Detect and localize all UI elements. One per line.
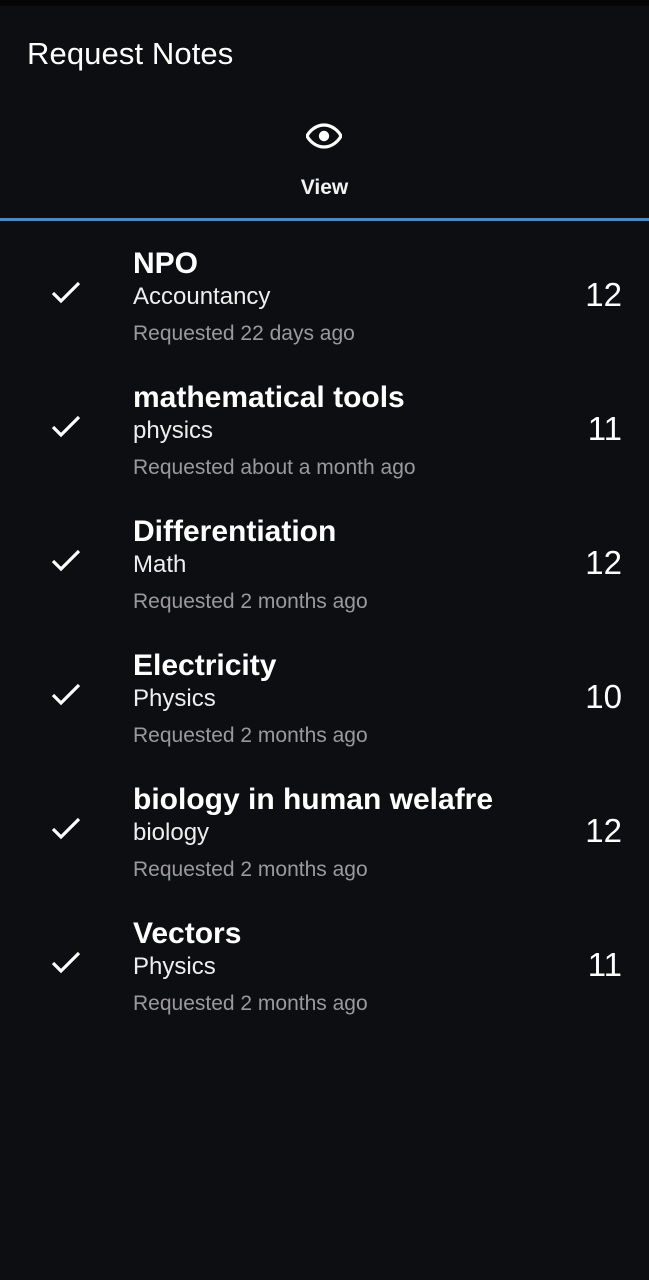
request-count: 12: [585, 544, 622, 581]
request-count: 11: [587, 410, 622, 447]
request-list: NPO Accountancy Requested 22 days ago 12…: [0, 246, 649, 1050]
tab-view[interactable]: View: [0, 106, 649, 218]
request-count: 11: [587, 946, 622, 983]
request-time: Requested 2 months ago: [133, 992, 368, 1015]
request-title: NPO: [133, 247, 199, 280]
request-subject: physics: [133, 417, 214, 444]
list-item[interactable]: mathematical tools physics Requested abo…: [0, 380, 649, 514]
list-item[interactable]: Vectors Physics Requested 2 months ago 1…: [0, 916, 649, 1050]
request-title: mathematical tools: [133, 381, 405, 414]
request-count: 10: [585, 678, 622, 715]
request-time: Requested 2 months ago: [133, 724, 368, 747]
request-subject: Physics: [133, 685, 216, 712]
check-icon: [51, 281, 81, 304]
page-title: Request Notes: [27, 36, 234, 71]
request-subject: Physics: [133, 953, 216, 980]
request-count: 12: [585, 812, 622, 849]
request-time: Requested 22 days ago: [133, 322, 355, 345]
request-title: Electricity: [133, 649, 277, 682]
request-count: 12: [585, 276, 622, 313]
check-icon: [51, 415, 81, 438]
check-icon: [51, 951, 81, 974]
request-title: biology in human welafre: [133, 783, 494, 816]
request-title: Vectors: [133, 917, 242, 950]
list-item[interactable]: NPO Accountancy Requested 22 days ago 12: [0, 246, 649, 380]
request-subject: Math: [133, 551, 187, 578]
tab-indicator: [0, 218, 649, 221]
request-title: Differentiation: [133, 515, 337, 548]
list-item[interactable]: biology in human welafre biology Request…: [0, 782, 649, 916]
eye-icon: [306, 123, 342, 149]
check-icon: [51, 683, 81, 706]
request-subject: biology: [133, 819, 210, 846]
request-notes-screen: Request Notes View NPO Accountancy Reque…: [0, 0, 649, 1280]
request-time: Requested 2 months ago: [133, 858, 368, 881]
check-icon: [51, 549, 81, 572]
tab-view-label: View: [300, 176, 349, 199]
request-subject: Accountancy: [133, 283, 271, 310]
check-icon: [51, 817, 81, 840]
list-item[interactable]: Differentiation Math Requested 2 months …: [0, 514, 649, 648]
list-item[interactable]: Electricity Physics Requested 2 months a…: [0, 648, 649, 782]
tab-bar: View: [0, 106, 649, 221]
app-bar: Request Notes: [0, 6, 649, 106]
request-time: Requested 2 months ago: [133, 590, 368, 613]
request-time: Requested about a month ago: [133, 456, 416, 479]
